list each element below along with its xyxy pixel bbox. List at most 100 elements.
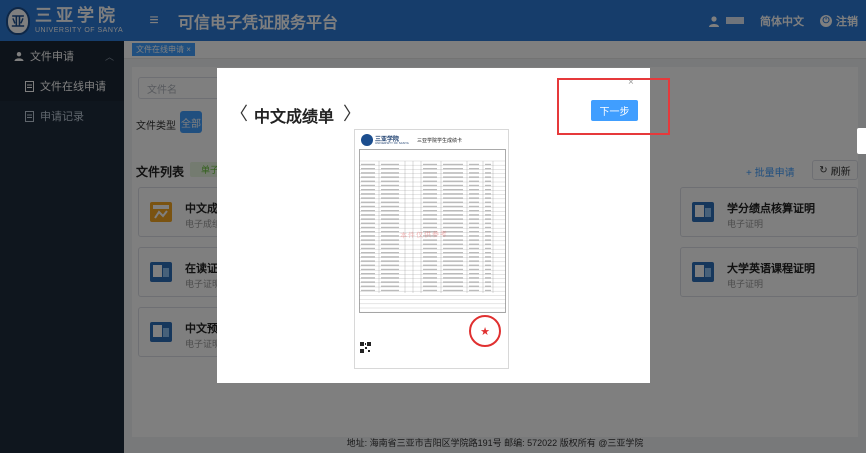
grade-table-cell-text	[381, 205, 399, 208]
grade-table-cell-text	[423, 222, 437, 224]
chevron-left-icon[interactable]: 〈	[230, 100, 248, 126]
grade-table-cell-text	[361, 252, 375, 254]
grade-table-cell-text	[423, 264, 437, 266]
grade-table-cell-text	[469, 189, 479, 191]
grade-table-cell-text	[381, 189, 399, 191]
grade-table-cell-text	[381, 197, 399, 199]
grade-table-cell-text	[485, 289, 491, 292]
grade-table-cell-text	[361, 235, 375, 237]
grade-table-cell-text	[381, 214, 399, 216]
grade-table-cell-text	[381, 256, 399, 258]
grade-table-cell-text	[485, 277, 491, 279]
grade-table-cell-text	[485, 218, 491, 220]
grade-table-cell-text	[423, 201, 437, 203]
grade-table-cell-text	[381, 247, 399, 250]
grade-table-cell-text	[423, 197, 437, 199]
grade-table-cell-text	[361, 193, 375, 195]
grade-table-cell-text	[361, 172, 375, 174]
grade-table-cell-text	[361, 260, 375, 262]
grade-table-cell-text	[469, 239, 479, 241]
grade-table-cell-text	[469, 218, 479, 220]
grade-table-cell-text	[443, 277, 463, 279]
grade-table-cell-text	[381, 239, 399, 241]
grade-table-cell-text	[485, 273, 491, 275]
grade-table-cell-text	[361, 281, 375, 283]
grade-table-cell-text	[381, 235, 399, 237]
grade-table-cell-text	[381, 168, 399, 170]
grade-table-cell-text	[469, 247, 479, 250]
grade-table-cell-text	[423, 193, 437, 195]
grade-table-cell-text	[443, 281, 463, 283]
grade-table-cell-text	[423, 163, 437, 166]
grade-table-cell-text	[361, 285, 375, 287]
grade-table-cell-text	[485, 260, 491, 262]
grade-table-cell-text	[381, 163, 399, 166]
grade-table-cell-text	[381, 273, 399, 275]
grade-table-cell-text	[485, 235, 491, 237]
grade-table-cell-text	[381, 268, 399, 271]
grade-table-cell-text	[469, 243, 479, 245]
grade-table-cell-text	[443, 239, 463, 241]
grade-table-cell-text	[443, 218, 463, 220]
grade-table-cell-text	[361, 231, 375, 233]
grade-table-cell-text	[469, 268, 479, 271]
grade-table-cell-text	[361, 189, 375, 191]
grade-table-cell-text	[443, 256, 463, 258]
grade-table-cell-text	[423, 256, 437, 258]
grade-table-cell-text	[423, 247, 437, 250]
grade-table-cell-text	[469, 222, 479, 224]
grade-table-cell-text	[485, 243, 491, 245]
grade-table-cell-text	[469, 260, 479, 262]
grade-table-cell-text	[485, 205, 491, 208]
grade-table-cell-text	[361, 176, 375, 178]
grade-table-cell-text	[485, 226, 491, 229]
grade-table-cell-text	[381, 285, 399, 287]
grade-table-cell-text	[361, 222, 375, 224]
grade-table-cell-text	[381, 226, 399, 229]
grade-table-cell-text	[443, 163, 463, 166]
grade-table-cell-text	[423, 218, 437, 220]
grade-table-cell-text	[381, 172, 399, 174]
grade-table-cell-text	[443, 252, 463, 254]
doc-watermark: 本件仅供参考	[399, 231, 449, 240]
grade-table-cell-text	[485, 264, 491, 266]
grade-table-cell-text	[443, 210, 463, 212]
grade-table-cell-text	[381, 180, 399, 182]
doc-school-name-en: UNIVERSITY OF SANYA	[375, 141, 409, 145]
grade-table-cell-text	[485, 180, 491, 182]
university-emblem-icon	[361, 134, 373, 146]
grade-table-cell-text	[381, 277, 399, 279]
chevron-right-icon[interactable]: 〉	[343, 100, 361, 126]
grade-table-cell-text	[423, 184, 437, 187]
grade-table-cell-text	[423, 214, 437, 216]
grade-table-cell-text	[381, 252, 399, 254]
grade-table-cell-text	[485, 210, 491, 212]
grade-table-cell-text	[381, 222, 399, 224]
side-scroll-tab[interactable]	[857, 128, 866, 154]
grade-table-cell-text	[381, 264, 399, 266]
grade-table-cell-text	[469, 277, 479, 279]
grade-table-cell-text	[443, 168, 463, 170]
grade-table-cell-text	[381, 184, 399, 187]
grade-table-cell-text	[361, 163, 375, 166]
grade-table-cell-text	[361, 184, 375, 187]
transcript-preview: 三亚学院 UNIVERSITY OF SANYA 三亚学院学生成绩卡 本件仅供参…	[354, 129, 509, 369]
grade-table-cell-text	[443, 243, 463, 245]
grade-table-cell-text	[485, 184, 491, 187]
grade-table-cell-text	[361, 256, 375, 258]
grade-table-cell-text	[469, 193, 479, 195]
grade-table-cell-text	[485, 189, 491, 191]
grade-table-cell-text	[443, 285, 463, 287]
grade-table-cell-text	[381, 176, 399, 178]
grade-table-cell-text	[469, 201, 479, 203]
grade-table-cell-text	[485, 197, 491, 199]
grade-table-cell-text	[423, 252, 437, 254]
grade-table-cell-text	[423, 277, 437, 279]
grade-table-cell-text	[485, 285, 491, 287]
grade-table-cell-text	[485, 247, 491, 250]
grade-table-cell-text	[443, 184, 463, 187]
grade-table-cell-text	[361, 264, 375, 266]
grade-table-cell-text	[443, 273, 463, 275]
grade-table-cell-text	[469, 172, 479, 174]
grade-table-cell-text	[423, 273, 437, 275]
